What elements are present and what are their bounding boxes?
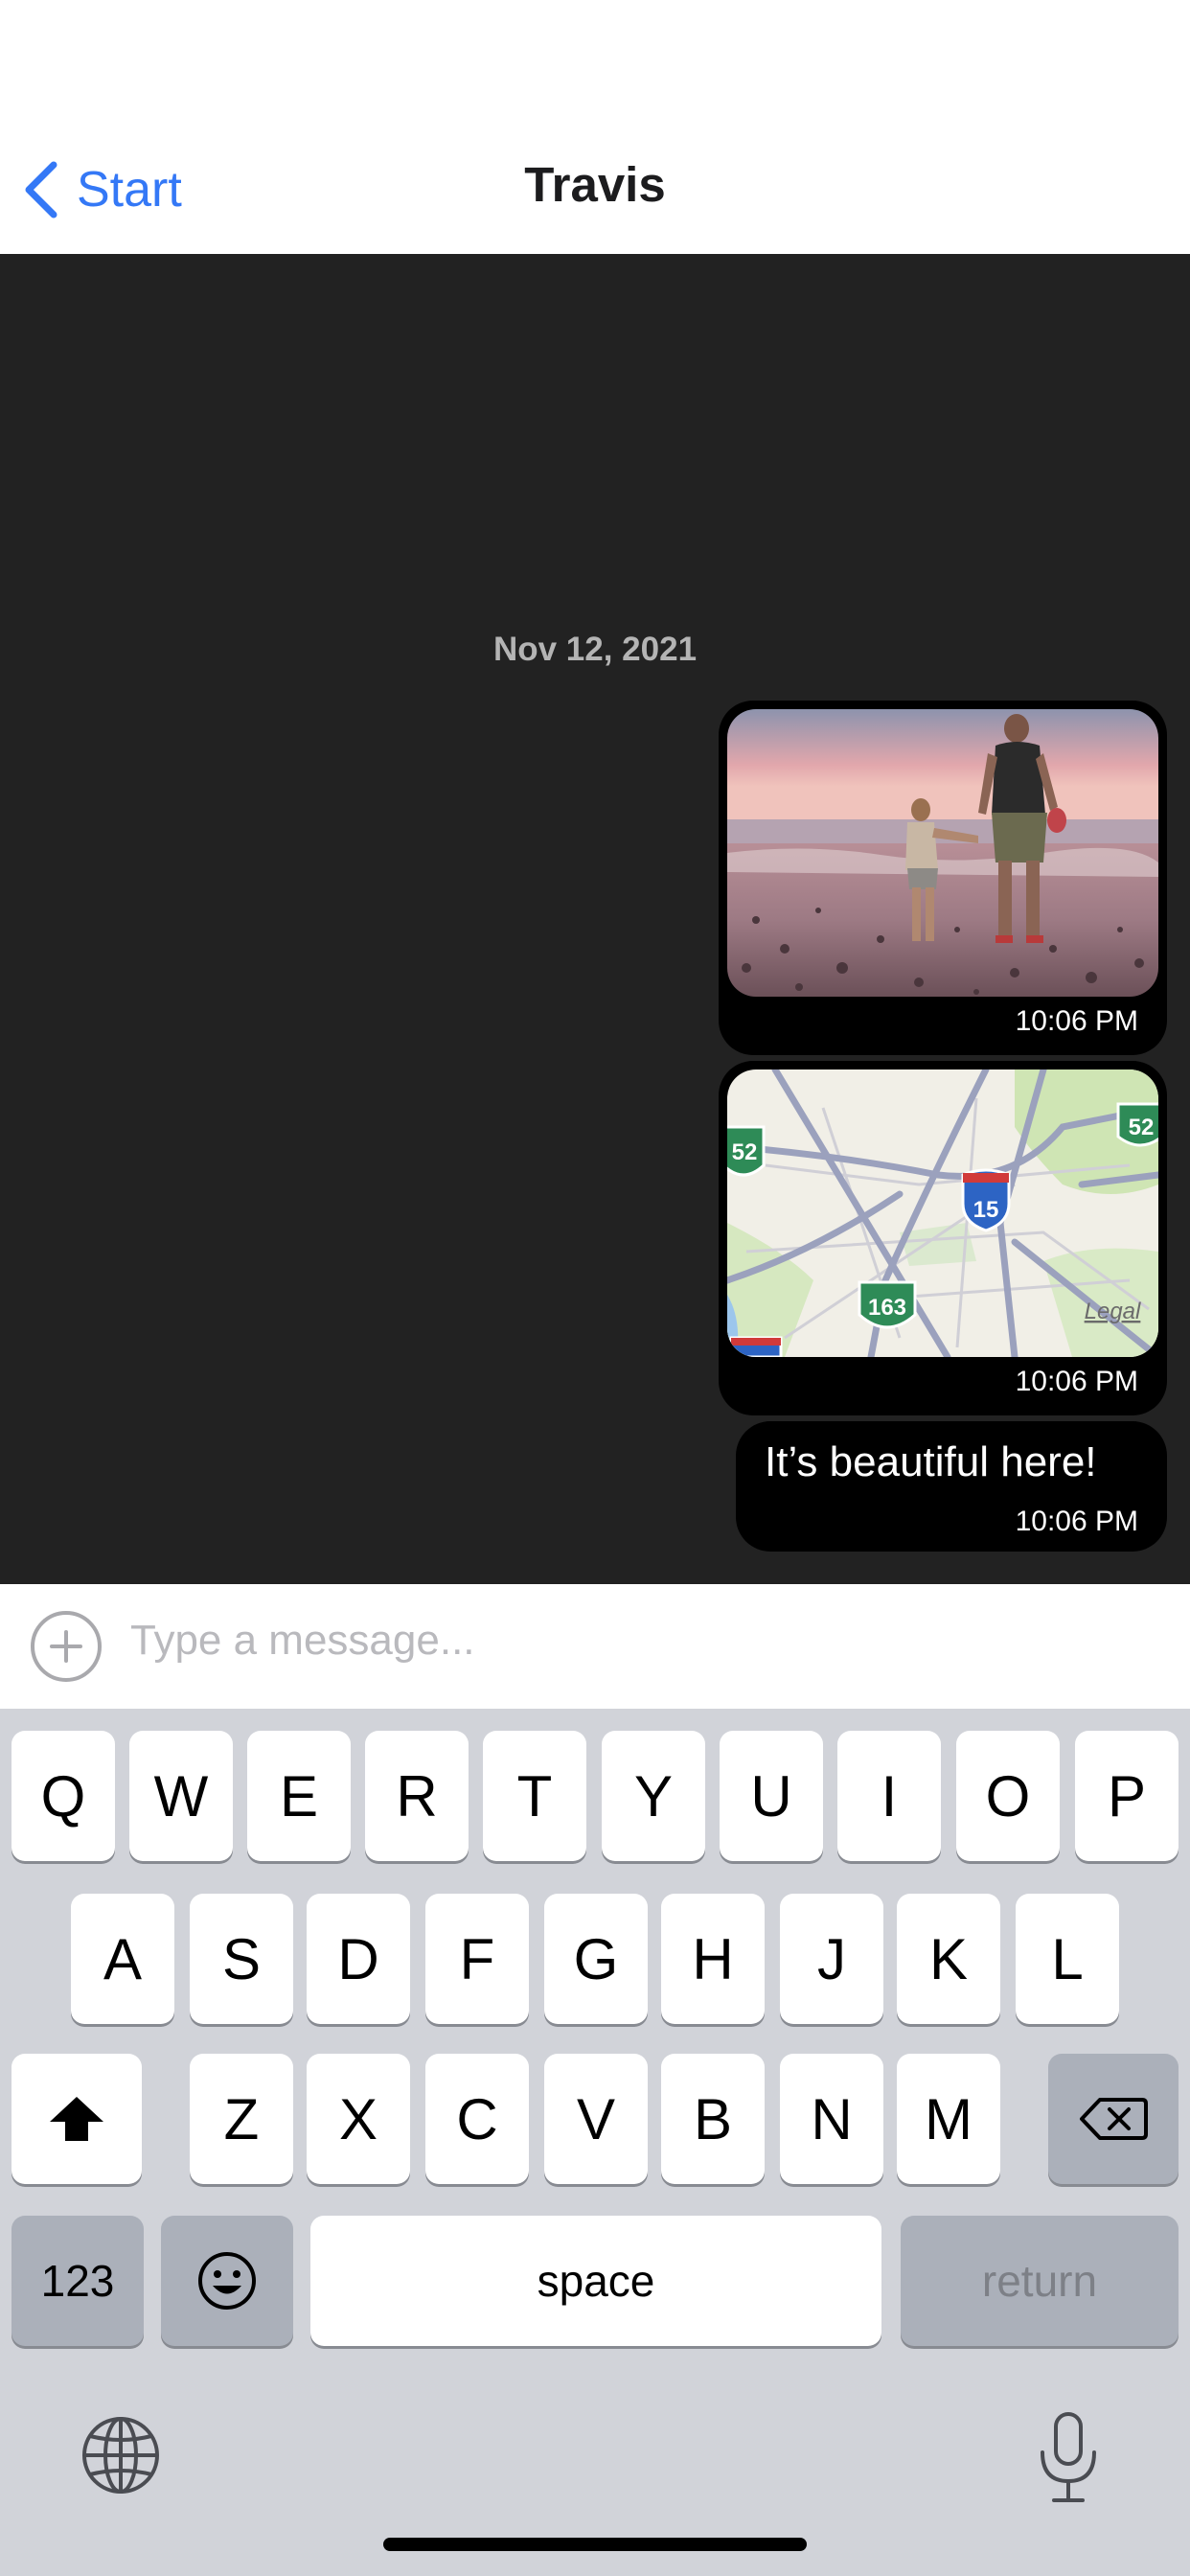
delete-key[interactable]	[1048, 2054, 1179, 2184]
key-s[interactable]: S	[190, 1894, 293, 2024]
emoji-icon	[198, 2252, 256, 2310]
navigation-bar: Start Travis	[0, 0, 1190, 254]
key-u[interactable]: U	[720, 1731, 823, 1861]
key-y[interactable]: Y	[602, 1731, 705, 1861]
delete-icon	[1080, 2098, 1148, 2140]
key-h[interactable]: H	[661, 1894, 765, 2024]
globe-button[interactable]	[80, 2415, 161, 2496]
map-snapshot[interactable]: 52 15 163 52 Legal	[727, 1070, 1158, 1357]
message-timestamp: 10:06 PM	[1015, 1005, 1138, 1037]
conversation-title: Travis	[524, 157, 666, 212]
numbers-key[interactable]: 123	[11, 2216, 144, 2346]
location-message[interactable]: 52 15 163 52 Legal 10:06 PM	[719, 1061, 1167, 1415]
space-key[interactable]: space	[310, 2216, 881, 2346]
key-j[interactable]: J	[780, 1894, 883, 2024]
key-e[interactable]: E	[247, 1731, 351, 1861]
key-z[interactable]: Z	[190, 2054, 293, 2184]
emoji-key[interactable]	[161, 2216, 293, 2346]
photo-message[interactable]: 10:06 PM	[719, 701, 1167, 1055]
key-d[interactable]: D	[307, 1894, 410, 2024]
message-timestamp: 10:06 PM	[1015, 1506, 1138, 1537]
key-g[interactable]: G	[544, 1894, 648, 2024]
shift-key[interactable]	[11, 2054, 142, 2184]
message-timestamp: 10:06 PM	[1015, 1366, 1138, 1397]
route-shield-label: 52	[1129, 1115, 1155, 1140]
beach-photo[interactable]	[727, 709, 1158, 997]
key-p[interactable]: P	[1075, 1731, 1179, 1861]
plus-circle-icon	[31, 1611, 102, 1682]
key-c[interactable]: C	[425, 2054, 529, 2184]
key-r[interactable]: R	[365, 1731, 469, 1861]
key-x[interactable]: X	[307, 2054, 410, 2184]
map-legal-link[interactable]: Legal	[1085, 1299, 1141, 1324]
key-k[interactable]: K	[897, 1894, 1000, 2024]
microphone-icon	[1041, 2412, 1096, 2502]
key-n[interactable]: N	[780, 2054, 883, 2184]
route-shield-label: 52	[732, 1139, 758, 1165]
key-a[interactable]: A	[71, 1894, 174, 2024]
message-list[interactable]: Nov 12, 2021 10:06 PM 52 15 163 52 Legal…	[0, 254, 1190, 1584]
shift-icon	[50, 2097, 103, 2141]
key-m[interactable]: M	[897, 2054, 1000, 2184]
key-l[interactable]: L	[1016, 1894, 1119, 2024]
message-text: It’s beautiful here!	[765, 1438, 1097, 1485]
route-shield-label: 15	[973, 1197, 999, 1223]
globe-icon	[82, 2417, 159, 2494]
date-separator: Nov 12, 2021	[492, 631, 698, 668]
key-i[interactable]: I	[837, 1731, 941, 1861]
home-indicator[interactable]	[383, 2538, 807, 2551]
text-message[interactable]: It’s beautiful here! 10:06 PM	[736, 1421, 1167, 1552]
key-w[interactable]: W	[129, 1731, 233, 1861]
dictation-button[interactable]	[1035, 2410, 1102, 2506]
key-q[interactable]: Q	[11, 1731, 115, 1861]
key-f[interactable]: F	[425, 1894, 529, 2024]
key-t[interactable]: T	[483, 1731, 586, 1861]
return-key[interactable]: return	[901, 2216, 1179, 2346]
route-shield-label: 163	[868, 1295, 906, 1321]
message-composer	[0, 1584, 1190, 1709]
add-attachment-button[interactable]	[29, 1609, 103, 1684]
key-o[interactable]: O	[956, 1731, 1060, 1861]
key-v[interactable]: V	[544, 2054, 648, 2184]
key-b[interactable]: B	[661, 2054, 765, 2184]
message-input[interactable]	[130, 1605, 1146, 1676]
